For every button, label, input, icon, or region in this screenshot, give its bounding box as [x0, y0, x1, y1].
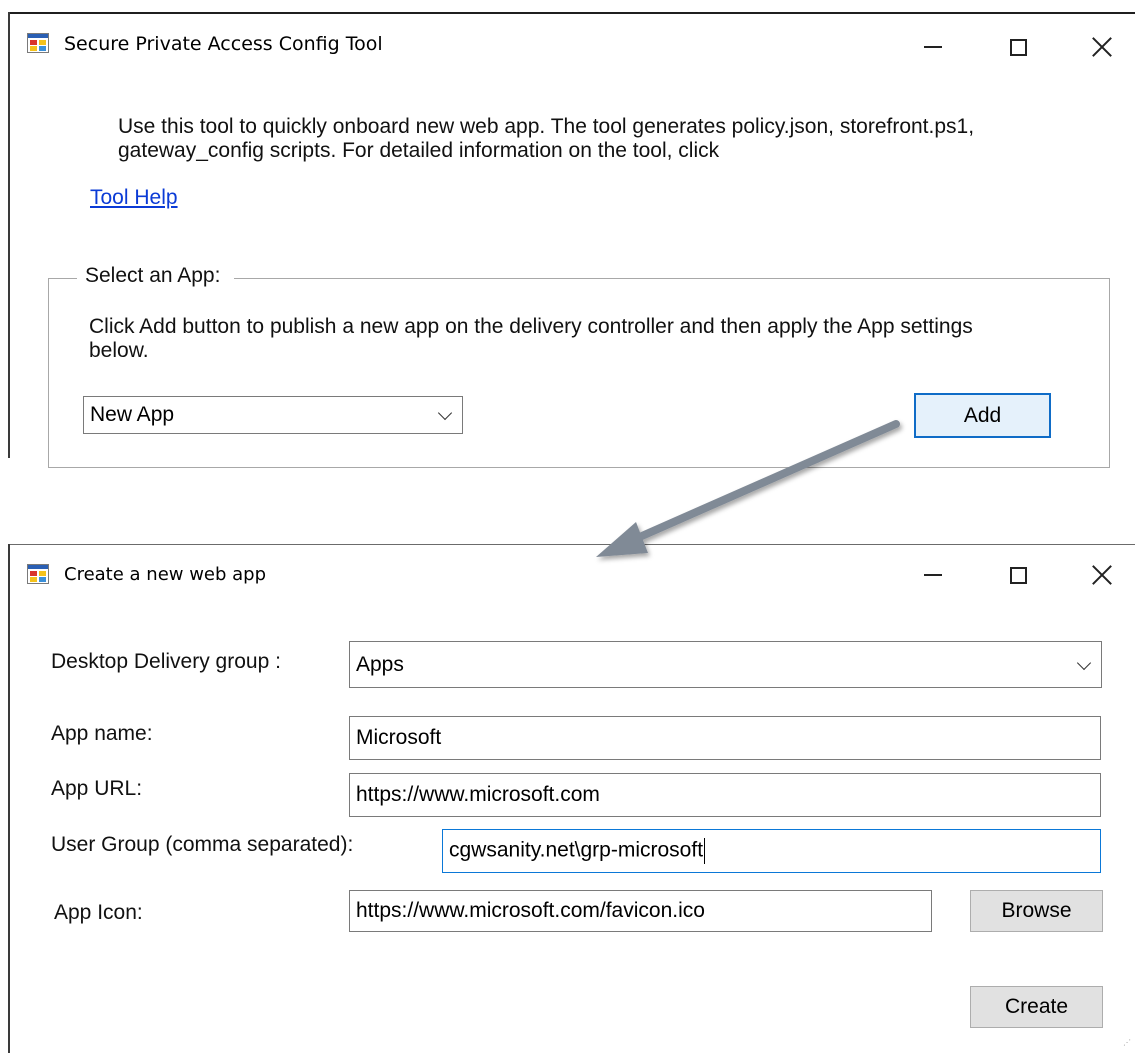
user-group-label: User Group (comma separated):: [51, 833, 354, 856]
maximize-button[interactable]: [998, 27, 1038, 67]
app-name-field[interactable]: Microsoft: [349, 716, 1101, 760]
app-icon-label: App Icon:: [54, 901, 143, 924]
maximize-icon: [1009, 566, 1027, 584]
window-border-left: [8, 12, 10, 458]
text-caret: [704, 838, 706, 864]
app-url-label: App URL:: [51, 777, 143, 800]
delivery-group-value: Apps: [356, 652, 404, 676]
close-button[interactable]: [1082, 555, 1122, 595]
add-button-label: Add: [963, 403, 1002, 427]
maximize-icon: [1009, 38, 1027, 56]
browse-button-label: Browse: [1001, 899, 1072, 922]
delivery-group-dropdown[interactable]: Apps: [349, 641, 1102, 688]
app-url-field[interactable]: https://www.microsoft.com: [349, 773, 1101, 817]
delivery-group-label: Desktop Delivery group :: [51, 650, 281, 673]
minimize-button[interactable]: [913, 555, 953, 595]
close-icon: [1092, 565, 1112, 585]
create-button[interactable]: Create: [970, 986, 1103, 1028]
app-url-value: https://www.microsoft.com: [356, 783, 600, 806]
resize-grip-icon[interactable]: ⋰: [1123, 1039, 1131, 1047]
form-app-icon: [27, 33, 49, 53]
create-button-label: Create: [1004, 995, 1069, 1018]
app-name-value: Microsoft: [356, 726, 442, 749]
app-name-label: App name:: [51, 722, 153, 745]
window-title: Create a new web app: [64, 564, 267, 585]
close-icon: [1092, 37, 1112, 57]
minimize-icon: [924, 46, 942, 48]
screenshot-canvas: Secure Private Access Config Tool Use th…: [0, 0, 1135, 1053]
config-tool-window: Secure Private Access Config Tool Use th…: [8, 12, 1135, 468]
tool-description: Use this tool to quickly onboard new web…: [118, 115, 975, 162]
select-app-group: Select an App: Click Add button to publi…: [48, 264, 1110, 468]
chevron-down-icon: [437, 405, 453, 421]
tool-help-link[interactable]: Tool Help: [90, 186, 178, 210]
chevron-down-icon: [1076, 655, 1092, 670]
minimize-button[interactable]: [913, 27, 953, 67]
create-web-app-window: Create a new web app Desktop Delivery gr…: [8, 544, 1135, 1053]
maximize-button[interactable]: [998, 555, 1038, 595]
app-icon-value: https://www.microsoft.com/favicon.ico: [356, 899, 705, 922]
title-bar[interactable]: Create a new web app: [8, 544, 1135, 604]
group-legend: Select an App:: [77, 264, 235, 288]
browse-button[interactable]: Browse: [970, 890, 1103, 932]
close-button[interactable]: [1082, 27, 1122, 67]
app-select-dropdown[interactable]: New App: [83, 396, 463, 434]
user-group-text: cgwsanity.net\grp-microsoft: [449, 838, 704, 862]
user-group-field[interactable]: cgwsanity.net\grp-microsoft: [442, 829, 1101, 873]
user-group-value: cgwsanity.net\grp-microsoft: [449, 838, 706, 864]
title-bar[interactable]: Secure Private Access Config Tool: [8, 12, 1135, 72]
group-description: Click Add button to publish a new app on…: [89, 315, 973, 362]
window-title: Secure Private Access Config Tool: [64, 33, 383, 55]
add-button[interactable]: Add: [914, 393, 1051, 438]
window-border-left: [8, 544, 10, 1053]
app-select-value: New App: [90, 403, 175, 426]
minimize-icon: [924, 574, 942, 576]
app-icon-field[interactable]: https://www.microsoft.com/favicon.ico: [349, 890, 932, 932]
form-app-icon: [27, 564, 49, 584]
